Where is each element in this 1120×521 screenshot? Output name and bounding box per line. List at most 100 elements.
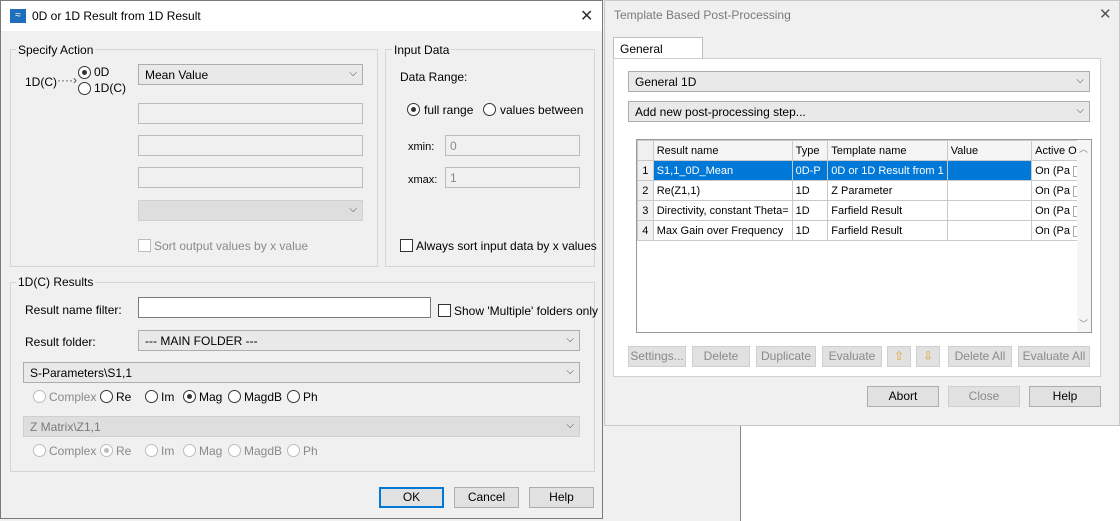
result-type-value: General 1D	[635, 75, 697, 89]
cancel-button[interactable]: Cancel	[454, 487, 519, 508]
input-data-label: Input Data	[392, 43, 452, 57]
radio-im-1[interactable]	[145, 390, 158, 403]
cell-result-name[interactable]: Max Gain over Frequency	[652, 220, 793, 241]
col-template-name[interactable]: Template name	[827, 140, 948, 161]
dialog-title: 0D or 1D Result from 1D Result	[32, 9, 201, 23]
chevron-down-icon: ⌵	[349, 68, 357, 79]
show-multiple-label: Show 'Multiple' folders only	[454, 304, 598, 318]
ph-label-1: Ph	[303, 390, 318, 404]
cell-result-name[interactable]: Directivity, constant Theta=	[652, 200, 793, 221]
result-filter-input[interactable]	[138, 297, 431, 318]
close-icon[interactable]: ✕	[580, 6, 593, 26]
radio-complex-1[interactable]	[33, 390, 46, 403]
radio-ph-2[interactable]	[287, 444, 300, 457]
xmin-label: xmin:	[408, 141, 435, 153]
xmax-label: xmax:	[408, 174, 438, 186]
help-button[interactable]: Help	[1029, 386, 1101, 407]
scroll-down-icon[interactable]: ﹀	[1079, 317, 1088, 330]
radio-magdb-2[interactable]	[228, 444, 241, 457]
re-label-1: Re	[116, 390, 132, 404]
xmin-input[interactable]: 0	[445, 135, 580, 156]
radio-mag-2[interactable]	[183, 444, 196, 457]
settings-button[interactable]: Settings...	[628, 346, 686, 367]
close-icon[interactable]: ✕	[1099, 5, 1112, 23]
cell-template[interactable]: Z Parameter	[827, 180, 948, 201]
results-table: Result name Type Template name Value Act…	[636, 139, 1092, 333]
magdb-label-1: MagdB	[244, 390, 283, 404]
col-result-name[interactable]: Result name	[652, 140, 793, 161]
tab-panel: General 1D ⌵ Add new post-processing ste…	[613, 58, 1101, 377]
move-up-icon[interactable]: ⇧	[887, 346, 911, 367]
cell-template[interactable]: Farfield Result	[827, 220, 948, 241]
chevron-down-icon: ⌵	[349, 204, 357, 215]
ph-label-2: Ph	[303, 444, 318, 458]
cell-value[interactable]	[946, 200, 1033, 221]
evaluate-button[interactable]: Evaluate	[822, 346, 882, 367]
radio-magdb-1[interactable]	[228, 390, 241, 403]
tab-general-results[interactable]: General Results	[613, 37, 703, 70]
radio-full-range[interactable]	[407, 103, 420, 116]
always-sort-checkbox[interactable]	[400, 239, 413, 252]
radio-mag-1[interactable]	[183, 390, 196, 403]
sort-output-checkbox[interactable]	[138, 239, 151, 252]
cell-result-name[interactable]: S1,1_0D_Mean	[652, 160, 793, 181]
radio-1dc-label: 1D(C)	[94, 81, 126, 95]
cell-template[interactable]: 0D or 1D Result from 1	[827, 160, 948, 181]
cell-template[interactable]: Farfield Result	[827, 200, 948, 221]
radio-im-2[interactable]	[145, 444, 158, 457]
chevron-down-icon: ⌵	[566, 420, 574, 431]
table-row[interactable]: 1 S1,1_0D_Mean 0D-P 0D or 1D Result from…	[637, 160, 1091, 181]
chevron-down-icon: ⌵	[566, 366, 574, 377]
show-multiple-checkbox[interactable]	[438, 304, 451, 317]
radio-ph-1[interactable]	[287, 390, 300, 403]
result-type-select[interactable]: General 1D ⌵	[628, 71, 1090, 92]
operation-select[interactable]: Mean Value ⌵	[138, 64, 363, 85]
result-folder-select[interactable]: --- MAIN FOLDER --- ⌵	[138, 330, 580, 351]
arrow-right-icon: ····›	[57, 73, 77, 87]
cell-type[interactable]: 1D	[791, 220, 829, 241]
radio-0d-label: 0D	[94, 65, 110, 79]
scroll-up-icon[interactable]: ︿	[1079, 142, 1088, 155]
result1-select[interactable]: S-Parameters\S1,1 ⌵	[23, 362, 580, 383]
move-down-icon[interactable]: ⇩	[916, 346, 940, 367]
radio-1dc[interactable]	[78, 82, 91, 95]
delete-all-button[interactable]: Delete All	[948, 346, 1012, 367]
abort-button[interactable]: Abort	[867, 386, 939, 407]
radio-values-between[interactable]	[483, 103, 496, 116]
param-select[interactable]: ⌵	[138, 200, 363, 221]
help-button[interactable]: Help	[529, 487, 594, 508]
xmax-input[interactable]: 1	[445, 167, 580, 188]
table-row[interactable]: 4 Max Gain over Frequency 1D Farfield Re…	[637, 220, 1091, 241]
col-value[interactable]: Value	[946, 140, 1033, 161]
delete-button[interactable]: Delete	[692, 346, 750, 367]
duplicate-button[interactable]: Duplicate	[756, 346, 816, 367]
radio-0d[interactable]	[78, 66, 91, 79]
mag-label-1: Mag	[199, 390, 223, 404]
param-field-2[interactable]	[138, 135, 363, 156]
radio-re-2[interactable]	[100, 444, 113, 457]
radio-re-1[interactable]	[100, 390, 113, 403]
col-type[interactable]: Type	[791, 140, 829, 161]
close-button[interactable]: Close	[948, 386, 1020, 407]
cell-type[interactable]: 0D-P	[791, 160, 829, 181]
from-type-label: 1D(C)	[25, 75, 57, 89]
table-row[interactable]: 2 Re(Z1,1) 1D Z Parameter On (Pa ▼	[637, 180, 1091, 201]
param-field-1[interactable]	[138, 103, 363, 124]
ok-button[interactable]: OK	[379, 487, 444, 508]
result-folder-value: --- MAIN FOLDER ---	[145, 334, 258, 348]
cell-value[interactable]	[946, 220, 1033, 241]
row-number: 3	[637, 200, 654, 221]
evaluate-all-button[interactable]: Evaluate All	[1018, 346, 1090, 367]
cell-value[interactable]	[946, 160, 1033, 181]
table-row[interactable]: 3 Directivity, constant Theta= 1D Farfie…	[637, 200, 1091, 221]
cell-result-name[interactable]: Re(Z1,1)	[652, 180, 793, 201]
result2-select[interactable]: Z Matrix\Z1,1 ⌵	[23, 416, 580, 437]
cell-value[interactable]	[946, 180, 1033, 201]
cell-type[interactable]: 1D	[791, 200, 829, 221]
scrollbar[interactable]: ︿ ﹀	[1077, 140, 1091, 332]
template-post-processing-window: Template Based Post-Processing ✕ General…	[604, 0, 1120, 426]
cell-type[interactable]: 1D	[791, 180, 829, 201]
param-field-3[interactable]	[138, 167, 363, 188]
add-step-select[interactable]: Add new post-processing step... ⌵	[628, 101, 1090, 122]
radio-complex-2[interactable]	[33, 444, 46, 457]
